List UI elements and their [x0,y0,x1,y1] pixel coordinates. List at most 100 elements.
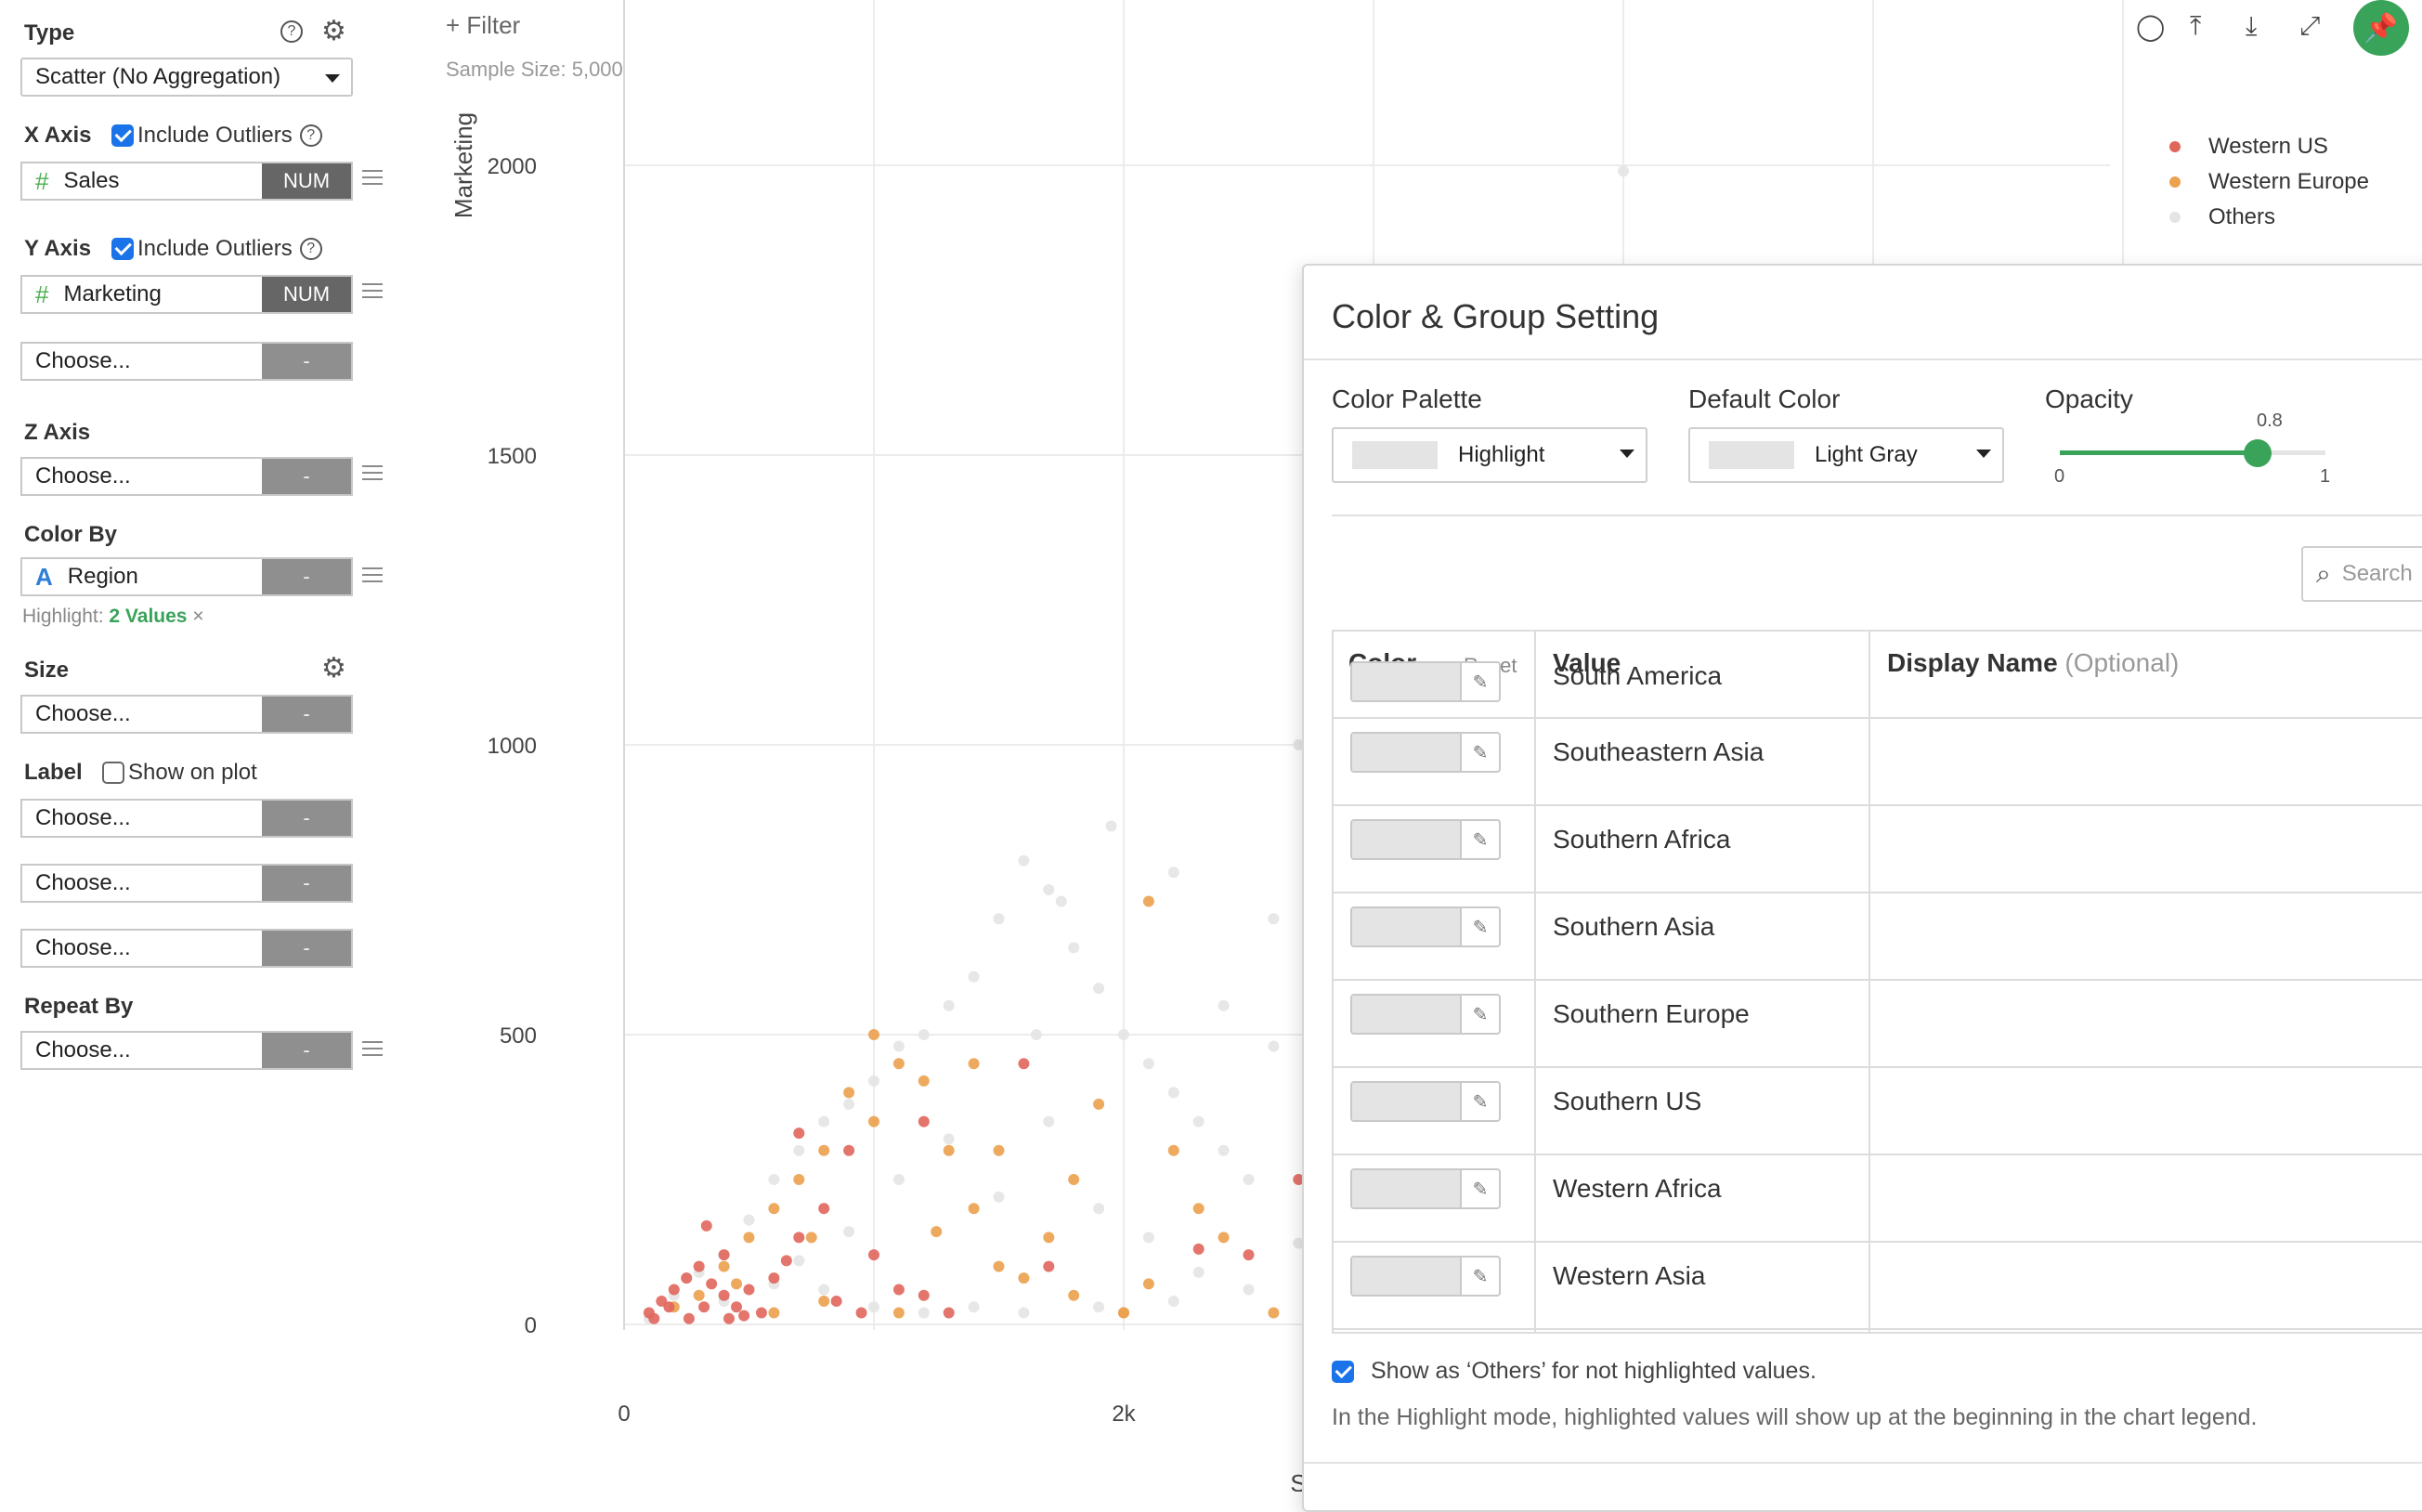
data-point-others [868,1301,879,1313]
data-point-others [1218,999,1230,1011]
table-row: ✎ Southern Europe [1334,981,2422,1068]
table-row: ✎ Southern Asia [1334,893,2422,981]
data-point-others [1268,913,1280,925]
color-picker[interactable]: ✎ [1350,994,1501,1035]
eyedropper-icon[interactable]: ✎ [1460,663,1499,700]
default-color-value: Light Gray [1815,442,1918,467]
y-tick-label: 1000 [488,734,537,759]
opacity-slider-handle[interactable] [2243,439,2272,467]
data-point-western-us [698,1301,710,1313]
x-tick-label: 2k [1112,1401,1136,1427]
table-row: ✎Western Europe [1334,1330,2422,1332]
legend-label: Western Europe [2208,169,2369,194]
legend-dot [2169,141,2181,152]
data-point-western-us [663,1301,675,1313]
eyedropper-icon[interactable]: ✎ [1460,1170,1499,1207]
data-point-western-us [693,1260,705,1272]
data-point-western-us [1018,1058,1030,1070]
color-picker[interactable]: ✎ [1350,819,1501,860]
color-palette-label: Color Palette [1332,385,1482,413]
data-point-others [1093,983,1105,995]
data-point-others [1118,1029,1129,1040]
show-as-others-label: Show as ‘Others’ for not highlighted val… [1371,1358,1816,1384]
data-point-western-europe [868,1029,879,1040]
default-color-label: Default Color [1688,385,1841,413]
dialog-divider-3 [1304,1462,2422,1464]
eyedropper-icon[interactable]: ✎ [1460,734,1499,771]
row-value: Southeastern Asia [1553,737,1764,766]
data-point-others [1218,1144,1230,1156]
y-tick-label: 1500 [488,444,537,469]
data-point-others [993,1191,1005,1203]
color-picker[interactable]: ✎ [1350,1081,1501,1122]
eyedropper-icon[interactable]: ✎ [1460,821,1499,858]
palette-swatch [1352,441,1438,469]
data-point-others [1093,1203,1105,1215]
default-color-select[interactable]: Light Gray [1688,427,2004,483]
value-search-input[interactable]: ⌕ Search [2301,546,2422,602]
legend-dot [2169,176,2181,188]
data-point-others [892,1174,905,1185]
data-point-western-us [718,1249,730,1261]
color-swatch [1352,996,1460,1033]
data-point-western-europe [818,1296,830,1308]
eyedropper-icon[interactable]: ✎ [1460,1258,1499,1295]
data-point-western-us [743,1284,755,1296]
data-point-western-europe [1093,1098,1105,1110]
data-point-others [968,971,980,983]
data-point-others [1018,854,1030,867]
data-point-western-europe [805,1232,817,1244]
data-point-western-us [683,1312,695,1324]
table-row: ✎ Western Africa [1334,1155,2422,1243]
data-point-others [818,1115,830,1127]
data-point-western-us [818,1203,830,1215]
data-point-western-europe [931,1226,943,1238]
data-point-western-us [780,1255,792,1267]
color-picker[interactable]: ✎ [1350,732,1501,773]
data-point-others [1268,1040,1280,1052]
legend-label: Others [2208,204,2276,229]
x-tick-label: 0 [618,1401,630,1427]
color-picker[interactable]: ✎ [1350,1168,1501,1209]
eyedropper-icon[interactable]: ✎ [1460,996,1499,1033]
color-palette-select[interactable]: Highlight [1332,427,1647,483]
legend-item-others[interactable]: Others [2169,204,2275,230]
data-point-others [843,1098,855,1110]
data-point-western-us [706,1278,718,1290]
data-point-western-us [681,1272,693,1284]
data-point-western-europe [743,1232,755,1244]
data-point-western-europe [918,1075,930,1087]
eyedropper-icon[interactable]: ✎ [1460,1083,1499,1120]
row-value: Western Africa [1553,1174,1722,1203]
data-point-others [968,1301,980,1313]
show-as-others-checkbox[interactable] [1332,1360,1354,1383]
data-point-western-europe [718,1260,730,1272]
data-point-western-europe [993,1260,1005,1272]
show-as-others-row[interactable]: Show as ‘Others’ for not highlighted val… [1332,1358,1816,1385]
opacity-slider[interactable] [2060,439,2325,467]
data-point-western-us [868,1249,879,1261]
eyedropper-icon[interactable]: ✎ [1460,908,1499,945]
color-picker[interactable]: ✎ [1350,906,1501,947]
data-point-western-us [1043,1260,1055,1272]
data-point-others [1055,895,1067,907]
data-point-western-europe [768,1307,780,1319]
color-swatch [1352,1083,1460,1120]
data-point-others [1018,1307,1030,1319]
row-value: Southern Europe [1553,999,1750,1028]
data-point-others [1167,867,1179,879]
color-palette-value: Highlight [1458,442,1545,467]
color-picker[interactable]: ✎ [1350,1256,1501,1297]
data-point-western-europe [818,1144,830,1156]
data-point-others [943,1133,955,1145]
data-point-others [892,1040,905,1052]
data-point-others [1142,1058,1154,1070]
legend-item-western-europe[interactable]: Western Europe [2169,169,2369,195]
data-point-western-us [755,1307,767,1319]
legend-item-western-us[interactable]: Western US [2169,134,2328,160]
data-point-western-us [768,1272,780,1284]
color-picker[interactable]: ✎ [1350,661,1501,702]
data-point-western-us [793,1232,805,1244]
data-point-western-europe [1018,1272,1030,1284]
default-color-caret-icon [1976,450,1991,458]
